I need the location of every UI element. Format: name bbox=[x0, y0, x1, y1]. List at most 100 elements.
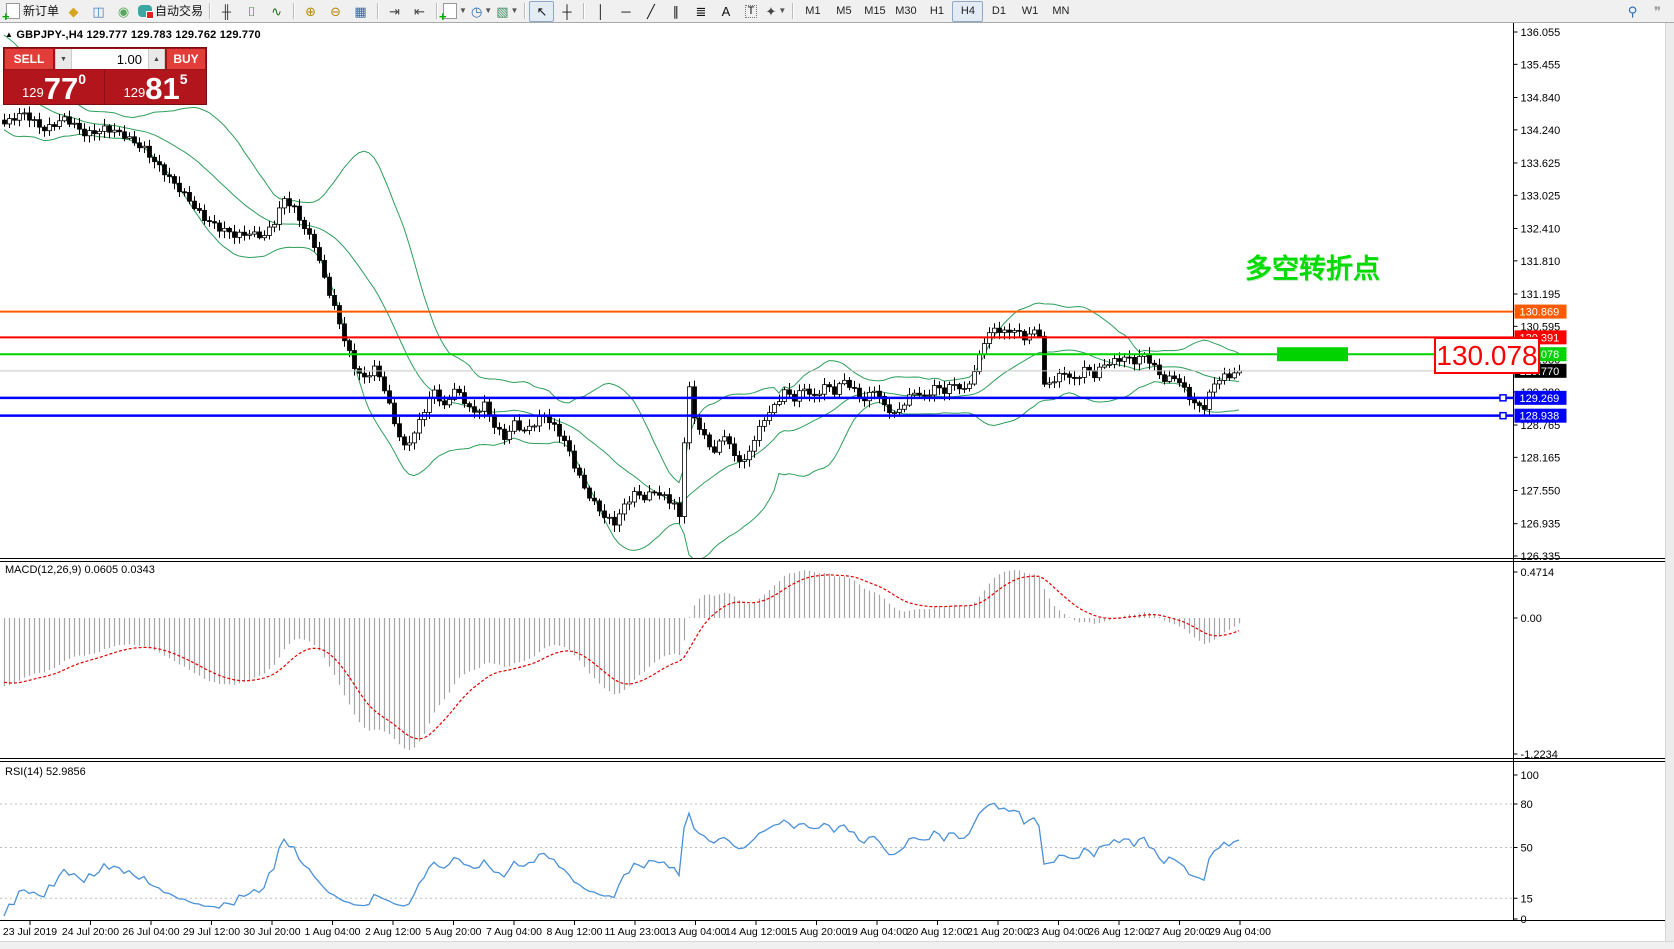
time-label: 5 Aug 20:00 bbox=[425, 926, 481, 938]
svg-text:128.938: 128.938 bbox=[1520, 411, 1560, 423]
rsi-indicator-label: RSI(14) 52.9856 bbox=[5, 766, 86, 778]
time-label: 23 Jul 2019 bbox=[3, 926, 57, 938]
time-label: 23 Aug 04:00 bbox=[1028, 926, 1090, 938]
highlight-zone[interactable] bbox=[1277, 347, 1348, 361]
svg-text:0.00: 0.00 bbox=[1521, 613, 1542, 625]
new-order-button[interactable]: 新订单 bbox=[4, 1, 61, 22]
svg-text:128.165: 128.165 bbox=[1521, 452, 1561, 464]
time-label: 30 Jul 20:00 bbox=[243, 926, 300, 938]
arrows-dropdown[interactable]: ✦▼ bbox=[763, 1, 788, 22]
tile-windows-icon[interactable]: ▦ bbox=[348, 1, 373, 22]
buy-price-big: 81 bbox=[145, 76, 179, 102]
volume-input[interactable]: 1.00 bbox=[72, 49, 148, 69]
timeframe-m1-button[interactable]: M1 bbox=[797, 1, 828, 22]
timeframe-h1-button[interactable]: H1 bbox=[921, 1, 952, 22]
text-label-icon[interactable]: T bbox=[738, 1, 763, 22]
buy-button[interactable]: BUY bbox=[166, 48, 206, 70]
new-document-icon bbox=[6, 3, 20, 19]
volume-up-button[interactable]: ▲ bbox=[148, 49, 165, 69]
svg-text:126.335: 126.335 bbox=[1521, 551, 1561, 563]
svg-text:133.625: 133.625 bbox=[1521, 158, 1561, 170]
candlestick-chart-icon[interactable]: ⌷ bbox=[239, 1, 264, 22]
price-tag-129.269[interactable]: 129.269 bbox=[1515, 391, 1567, 405]
new-order-button-label: 新订单 bbox=[23, 5, 59, 17]
fibonacci-icon-glyph: ≣ bbox=[695, 5, 706, 18]
horizontal-line-icon[interactable]: ─ bbox=[613, 1, 638, 22]
time-label: 20 Aug 12:00 bbox=[907, 926, 969, 938]
collapse-arrow-icon[interactable]: ▲ bbox=[5, 30, 13, 39]
templates-dropdown[interactable]: ▧▼ bbox=[494, 1, 520, 22]
chart-shift-icon[interactable]: ⇤ bbox=[407, 1, 432, 22]
time-label: 14 Aug 12:00 bbox=[725, 926, 787, 938]
symbol-quote-text: GBPJPY-,H4 129.777 129.783 129.762 129.7… bbox=[16, 29, 260, 41]
dropdown-arrow-icon: ▼ bbox=[778, 7, 786, 15]
text-icon-glyph: A bbox=[722, 5, 731, 18]
crosshair-icon[interactable]: ┼ bbox=[554, 1, 579, 22]
sell-price[interactable]: 129770 bbox=[4, 70, 105, 104]
cursor-icon[interactable]: ↖ bbox=[529, 1, 554, 22]
bar-chart-icon-glyph: ╫ bbox=[222, 5, 231, 18]
new-chart-dropdown[interactable]: ▼ bbox=[441, 1, 469, 22]
chart-shift-icon-glyph: ⇤ bbox=[414, 5, 425, 18]
market-watch-icon[interactable]: ◆ bbox=[61, 1, 86, 22]
bar-chart-icon[interactable]: ╫ bbox=[214, 1, 239, 22]
volume-down-button[interactable]: ▼ bbox=[55, 49, 72, 69]
chart-text-annotation[interactable]: 多空转折点 bbox=[1245, 247, 1380, 286]
time-label: 7 Aug 04:00 bbox=[486, 926, 542, 938]
timeframe-h4-button[interactable]: H4 bbox=[952, 1, 983, 22]
trendline-icon[interactable]: ╱ bbox=[638, 1, 663, 22]
zoom-in-icon[interactable]: ⊕ bbox=[298, 1, 323, 22]
vertical-line-icon[interactable]: │ bbox=[588, 1, 613, 22]
templates-dropdown-glyph: ▧ bbox=[496, 5, 508, 18]
signals-icon[interactable]: ◉ bbox=[111, 1, 136, 22]
timeframe-m30-button[interactable]: M30 bbox=[890, 1, 921, 22]
data-window-icon[interactable]: ◫ bbox=[86, 1, 111, 22]
time-label: 27 Aug 20:00 bbox=[1149, 926, 1211, 938]
candlestick-chart-icon-glyph: ⌷ bbox=[248, 5, 256, 18]
time-label: 11 Aug 23:00 bbox=[604, 926, 665, 938]
time-axis[interactable]: 23 Jul 201924 Jul 20:0026 Jul 04:0029 Ju… bbox=[0, 920, 1513, 941]
arrows-dropdown-glyph: ✦ bbox=[766, 5, 777, 18]
timeframe-w1-button[interactable]: W1 bbox=[1014, 1, 1045, 22]
search-icon-glyph: ⚲ bbox=[1628, 5, 1638, 18]
symbol-quote[interactable]: ▲ GBPJPY-,H4 129.777 129.783 129.762 129… bbox=[5, 29, 261, 41]
buy-price-figure: 129 bbox=[124, 85, 146, 100]
svg-text:50: 50 bbox=[1521, 843, 1533, 855]
line-chart-icon-glyph: ∿ bbox=[271, 5, 282, 18]
signals-icon-glyph: ◉ bbox=[118, 5, 129, 18]
price-tag-128.938[interactable]: 128.938 bbox=[1515, 409, 1567, 423]
buy-price[interactable]: 129815 bbox=[105, 70, 206, 104]
tile-windows-icon-glyph: ▦ bbox=[354, 5, 366, 18]
time-label: 13 Aug 04:00 bbox=[665, 926, 727, 938]
time-label: 2 Aug 12:00 bbox=[365, 926, 421, 938]
price-tag-130.869[interactable]: 130.869 bbox=[1515, 305, 1567, 319]
periods-dropdown[interactable]: ◷▼ bbox=[469, 1, 494, 22]
sell-button[interactable]: SELL bbox=[4, 48, 54, 70]
fibonacci-icon[interactable]: ≣ bbox=[688, 1, 713, 22]
macd-indicator-label: MACD(12,26,9) 0.0605 0.0343 bbox=[5, 564, 155, 576]
zoom-out-icon[interactable]: ⊖ bbox=[323, 1, 348, 22]
time-label: 26 Aug 12:00 bbox=[1088, 926, 1150, 938]
timeframe-d1-button[interactable]: D1 bbox=[983, 1, 1014, 22]
line-chart-icon[interactable]: ∿ bbox=[264, 1, 289, 22]
chart-canvas[interactable]: 136.055135.455134.840134.240133.625133.0… bbox=[0, 23, 1674, 949]
search-icon[interactable]: ⚲ bbox=[1620, 1, 1645, 22]
volume-stepper: ▼ 1.00 ▲ bbox=[54, 48, 166, 70]
svg-text:127.550: 127.550 bbox=[1521, 486, 1561, 498]
toolbar-separator bbox=[293, 3, 294, 19]
svg-text:133.025: 133.025 bbox=[1521, 190, 1561, 202]
toolbar-separator bbox=[524, 3, 525, 19]
equidistant-channel-icon[interactable]: ∥ bbox=[663, 1, 688, 22]
new-document-icon bbox=[443, 3, 457, 19]
timeframe-m5-button[interactable]: M5 bbox=[828, 1, 859, 22]
time-label: 15 Aug 20:00 bbox=[786, 926, 848, 938]
chat-icon[interactable]: ❞ bbox=[1645, 1, 1670, 22]
dropdown-arrow-icon: ▼ bbox=[484, 7, 492, 15]
timeframe-mn-button[interactable]: MN bbox=[1045, 1, 1076, 22]
timeframe-m15-button[interactable]: M15 bbox=[859, 1, 890, 22]
price-callout-box[interactable]: 130.078 bbox=[1434, 337, 1540, 374]
auto-trading-button[interactable]: 自动交易 bbox=[136, 1, 205, 22]
auto-scroll-icon[interactable]: ⇥ bbox=[382, 1, 407, 22]
svg-text:129.269: 129.269 bbox=[1520, 393, 1560, 405]
text-icon[interactable]: A bbox=[713, 1, 738, 22]
